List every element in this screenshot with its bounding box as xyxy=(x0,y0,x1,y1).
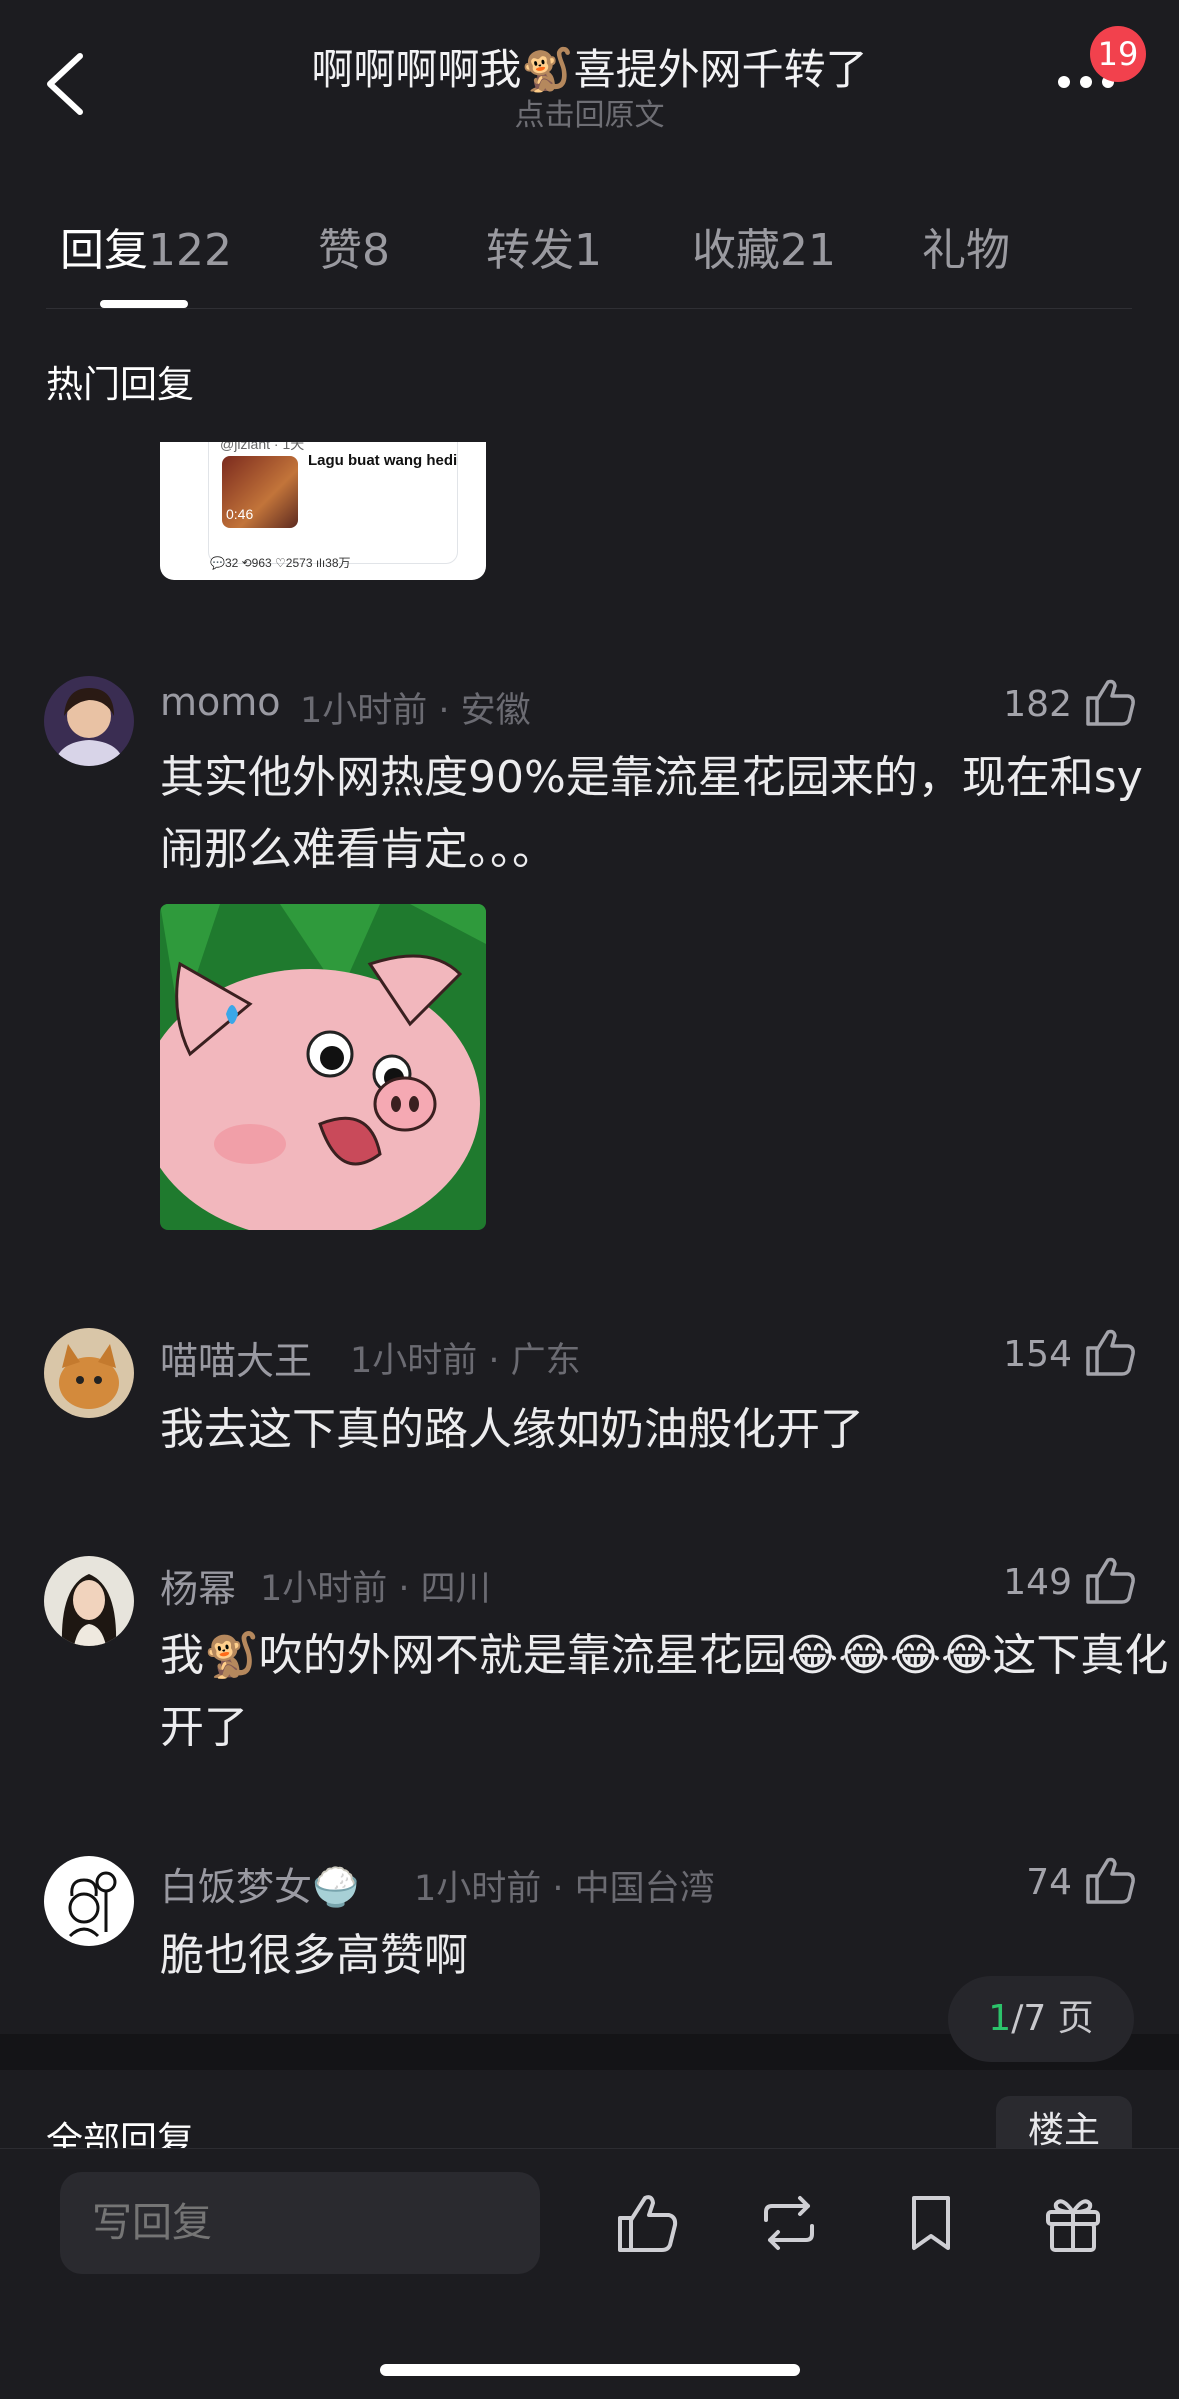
tab-count: 8 xyxy=(362,225,390,276)
back-to-original-link[interactable]: 点击回原文 xyxy=(0,90,1179,134)
embedded-card-handle: @jiziant · 1天 xyxy=(220,442,305,452)
home-indicator xyxy=(380,2364,800,2376)
pig-sticker-image[interactable] xyxy=(160,904,486,1230)
like-count: 149 xyxy=(1003,1562,1072,1603)
comment-username[interactable]: momo xyxy=(160,680,281,724)
hot-replies-heading: 热门回复 xyxy=(46,363,194,406)
page-indicator[interactable]: 1/7 页 xyxy=(948,1976,1134,2062)
thumb-up-icon[interactable] xyxy=(1084,1326,1136,1378)
like-icon[interactable] xyxy=(614,2190,680,2256)
tab-gifts[interactable]: 礼物 xyxy=(922,214,1010,278)
divider xyxy=(46,308,1132,309)
tab-count: 122 xyxy=(148,225,232,276)
notification-badge[interactable]: 19 xyxy=(1090,26,1146,82)
tab-favorites[interactable]: 收藏21 xyxy=(692,214,836,278)
embedded-card-title: Lagu buat wang hedi xyxy=(308,452,458,469)
like-count: 154 xyxy=(1003,1334,1072,1375)
tab-count: 21 xyxy=(780,225,836,276)
video-duration: 0:46 xyxy=(226,506,254,522)
active-tab-indicator xyxy=(100,300,188,308)
thumb-up-icon[interactable] xyxy=(1084,1854,1136,1906)
tab-label: 礼物 xyxy=(922,225,1010,276)
avatar[interactable] xyxy=(44,676,134,766)
comment-username[interactable]: 杨幂 xyxy=(160,1558,236,1613)
comment-meta: 1小时前 · 中国台湾 xyxy=(414,1869,715,1909)
thumb-up-icon[interactable] xyxy=(1084,676,1136,728)
comment-text: 我🐒吹的外网不就是靠流星花园😂😂😂😂这下真化开了 xyxy=(160,1630,1169,1753)
tab-label: 收藏 xyxy=(692,225,780,276)
like-count: 182 xyxy=(1003,684,1072,725)
tab-likes[interactable]: 赞8 xyxy=(318,214,390,278)
avatar[interactable] xyxy=(44,1328,134,1418)
comment-meta: 1小时前 · 安徽 xyxy=(300,691,531,731)
avatar[interactable] xyxy=(44,1556,134,1646)
tab-label: 赞 xyxy=(318,225,362,276)
comment-username[interactable]: 喵喵大王 xyxy=(160,1330,312,1385)
tab-replies[interactable]: 回复122 xyxy=(60,214,232,278)
comment-text: 其实他外网热度90%是靠流星花园来的，现在和sy闹那么难看肯定。。。 xyxy=(160,752,1143,875)
tab-label: 回复 xyxy=(60,225,148,276)
thumb-up-icon[interactable] xyxy=(1084,1554,1136,1606)
embedded-card-stats: 💬32 ⟲963 ♡2573 ılı38万 xyxy=(210,556,351,570)
reply-input[interactable] xyxy=(60,2172,540,2274)
comment-meta: 1小时前 · 四川 xyxy=(260,1569,491,1609)
embedded-post-image[interactable]: @jiziant · 1天 0:46 Lagu buat wang hedi 💬… xyxy=(160,442,486,580)
page-title[interactable]: 啊啊啊啊我🐒喜提外网千转了 xyxy=(0,36,1179,97)
comment-text: 我去这下真的路人缘如奶油般化开了 xyxy=(160,1404,864,1455)
gift-icon[interactable] xyxy=(1040,2190,1106,2256)
comment-username[interactable]: 白饭梦女🍚 xyxy=(160,1856,359,1911)
tab-count: 1 xyxy=(574,225,602,276)
avatar[interactable] xyxy=(44,1856,134,1946)
current-page: 1 xyxy=(988,1998,1012,2039)
tab-label: 转发 xyxy=(486,225,574,276)
like-count: 74 xyxy=(1026,1862,1072,1903)
repost-icon[interactable] xyxy=(756,2190,822,2256)
comment-meta: 1小时前 · 广东 xyxy=(350,1341,581,1381)
bookmark-icon[interactable] xyxy=(898,2190,964,2256)
tab-reposts[interactable]: 转发1 xyxy=(486,214,602,278)
total-pages: /7 页 xyxy=(1011,1998,1094,2039)
